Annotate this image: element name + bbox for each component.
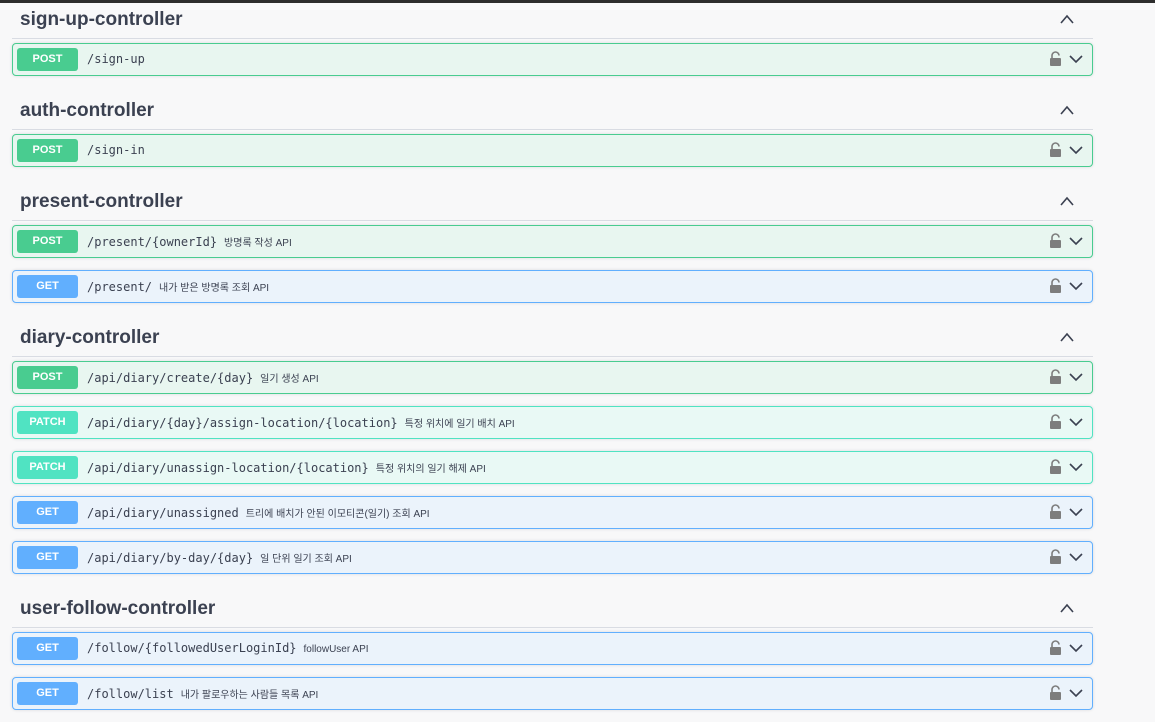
chevron-down-icon[interactable] [1069,372,1083,382]
operation-path-line: /sign-in [87,143,145,157]
lock-icon[interactable] [1049,51,1062,67]
operation-description: 일 단위 일기 조회 API [260,554,352,565]
window-top-border [0,0,1155,3]
operation-path: /api/diary/create/{day} [87,371,254,385]
operation-row[interactable]: GET /follow/{followedUserLoginId} followU… [12,632,1093,665]
tag-section-sign-up: sign-up-controller POST /sign-up [12,4,1093,76]
operation-description: 트리에 배치가 안된 이모티콘(일기) 조회 API [245,509,430,520]
operation-path-line: /api/diary/{day}/assign-location/{locati… [87,415,515,430]
chevron-down-icon[interactable] [1069,552,1083,562]
method-badge: POST [17,230,78,253]
method-badge: POST [17,139,78,162]
lock-icon[interactable] [1049,278,1062,294]
operation-description: 특정 위치의 일기 해제 API [375,464,486,475]
method-badge: GET [17,501,78,524]
tag-section-user-follow: user-follow-controller GET /follow/{foll… [12,593,1093,710]
lock-icon[interactable] [1049,685,1062,701]
operation-description: 방명록 작성 API [224,238,292,249]
operation-row[interactable]: GET /api/diary/unassigned 트리에 배치가 안된 이모티콘… [12,496,1093,529]
operation-description: 일기 생성 API [260,374,319,385]
tag-header[interactable]: diary-controller [12,322,1093,357]
operation-description: followUser API [303,644,369,655]
operation-path-line: /api/diary/unassigned 트리에 배치가 안된 이모티콘(일기)… [87,505,430,520]
operation-path-line: /present/{ownerId} 방명록 작성 API [87,234,292,249]
lock-icon[interactable] [1049,504,1062,520]
chevron-down-icon[interactable] [1069,54,1083,64]
operation-path-line: /sign-up [87,52,145,66]
tag-section-auth: auth-controller POST /sign-in [12,95,1093,167]
method-badge: POST [17,366,78,389]
method-badge: GET [17,275,78,298]
api-operations-list: sign-up-controller POST /sign-up auth-co… [12,4,1093,722]
operation-path-line: /api/diary/create/{day} 일기 생성 API [87,370,319,385]
operation-path: /api/diary/{day}/assign-location/{locati… [87,416,398,430]
lock-icon[interactable] [1049,142,1062,158]
chevron-up-icon[interactable] [1059,103,1075,117]
chevron-up-icon[interactable] [1059,330,1075,344]
tag-title: sign-up-controller [20,9,183,30]
chevron-up-icon[interactable] [1059,12,1075,26]
operation-path: /present/ [87,280,153,294]
chevron-down-icon[interactable] [1069,281,1083,291]
lock-icon[interactable] [1049,414,1062,430]
method-badge: PATCH [17,456,78,479]
chevron-down-icon[interactable] [1069,643,1083,653]
operation-description: 특정 위치에 일기 배치 API [404,419,515,430]
lock-icon[interactable] [1049,233,1062,249]
operation-path: /api/diary/by-day/{day} [87,551,254,565]
operation-row[interactable]: POST /api/diary/create/{day} 일기 생성 API [12,361,1093,394]
tag-title: user-follow-controller [20,598,216,619]
operation-row[interactable]: GET /api/diary/by-day/{day} 일 단위 일기 조회 AP… [12,541,1093,574]
tag-header[interactable]: auth-controller [12,95,1093,130]
operation-path: /follow/list [87,687,174,701]
lock-icon[interactable] [1049,549,1062,565]
operation-row[interactable]: PATCH /api/diary/unassign-location/{loca… [12,451,1093,484]
operation-path: /sign-in [87,143,145,157]
tag-title: auth-controller [20,100,155,121]
lock-icon[interactable] [1049,459,1062,475]
tag-title: diary-controller [20,327,160,348]
operation-path: /present/{ownerId} [87,235,218,249]
tag-header[interactable]: user-follow-controller [12,593,1093,628]
method-badge: GET [17,637,78,660]
operation-row[interactable]: POST /sign-in [12,134,1093,167]
chevron-down-icon[interactable] [1069,507,1083,517]
method-badge: POST [17,48,78,71]
tag-section-present: present-controller POST /present/{ownerI… [12,186,1093,303]
lock-icon[interactable] [1049,369,1062,385]
tag-title: present-controller [20,191,183,212]
tag-header[interactable]: sign-up-controller [12,4,1093,39]
chevron-down-icon[interactable] [1069,145,1083,155]
operation-path: /api/diary/unassign-location/{location} [87,461,369,475]
chevron-up-icon[interactable] [1059,601,1075,615]
chevron-down-icon[interactable] [1069,236,1083,246]
chevron-down-icon[interactable] [1069,417,1083,427]
operation-row[interactable]: GET /follow/list 내가 팔로우하는 사람들 목록 API [12,677,1093,710]
operation-row[interactable]: PATCH /api/diary/{day}/assign-location/{… [12,406,1093,439]
operation-description: 내가 받은 방명록 조회 API [159,283,270,294]
operation-path-line: /present/내가 받은 방명록 조회 API [87,279,269,294]
tag-section-diary: diary-controller POST /api/diary/create/… [12,322,1093,574]
operation-path: /sign-up [87,52,145,66]
operation-row[interactable]: POST /present/{ownerId} 방명록 작성 API [12,225,1093,258]
chevron-down-icon[interactable] [1069,462,1083,472]
method-badge: GET [17,546,78,569]
method-badge: GET [17,682,78,705]
operation-path-line: /follow/list 내가 팔로우하는 사람들 목록 API [87,686,318,701]
operation-path-line: /api/diary/by-day/{day} 일 단위 일기 조회 API [87,550,352,565]
operation-path: /api/diary/unassigned [87,506,239,520]
operation-description: 내가 팔로우하는 사람들 목록 API [180,690,319,701]
lock-icon[interactable] [1049,640,1062,656]
method-badge: PATCH [17,411,78,434]
chevron-up-icon[interactable] [1059,194,1075,208]
operation-row[interactable]: POST /sign-up [12,43,1093,76]
operation-row[interactable]: GET /present/내가 받은 방명록 조회 API [12,270,1093,303]
operation-path-line: /api/diary/unassign-location/{location} 특… [87,460,486,475]
tag-header[interactable]: present-controller [12,186,1093,221]
operation-path-line: /follow/{followedUserLoginId} followUser … [87,641,369,655]
operation-path: /follow/{followedUserLoginId} [87,641,297,655]
